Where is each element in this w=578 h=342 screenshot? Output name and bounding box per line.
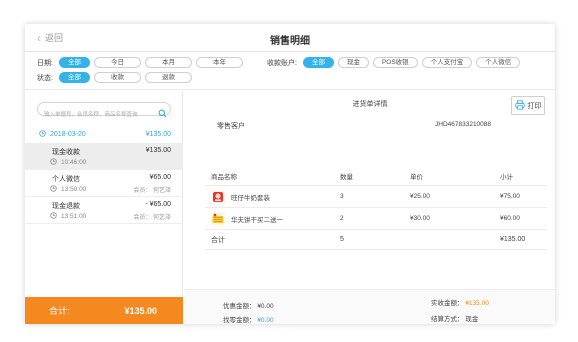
status-filter-row: 状态: 全部 收款 退款 <box>37 72 192 83</box>
order-name: 个人微信 <box>52 176 80 183</box>
sum-subtotal: ¥135.00 <box>500 236 526 243</box>
col-header-subtotal: 小计 <box>500 173 513 181</box>
col-header-price: 单价 <box>410 173 423 181</box>
payment-filter-wechat[interactable]: 个人微信 <box>476 57 521 68</box>
paid-label: 实收金额： <box>431 300 464 307</box>
customer-row: 零售客户 JHD467833210088 <box>205 121 545 133</box>
detail-title: 进货单详情 <box>352 101 388 108</box>
order-member: 会员： 何艺泽 <box>133 215 171 221</box>
day-group-header: 2018-03-20 ¥135.00 <box>25 128 183 141</box>
item-qty: 2 <box>340 215 344 222</box>
page-title: 销售明细 <box>270 36 310 47</box>
date-filter-month[interactable]: 本月 <box>144 57 192 68</box>
method-value: 现金 <box>465 316 479 323</box>
order-name: 现金退款 <box>52 203 80 210</box>
item-price: ¥25.00 <box>410 193 430 200</box>
item-name-cell: 华夫饼干买二送一 <box>205 211 340 226</box>
print-label: 打印 <box>527 102 542 110</box>
order-amount: ¥135.00 <box>145 147 171 154</box>
discount-row: 优惠金额： ¥0.00 <box>223 300 274 310</box>
table-row: 旺仔牛奶套装 3 ¥25.00 ¥75.00 <box>205 186 547 208</box>
change-value: ¥0.00 <box>257 317 274 324</box>
search-input[interactable] <box>38 109 148 121</box>
discount-label: 优惠金额： <box>223 303 256 310</box>
status-filter-all[interactable]: 全部 <box>58 72 90 83</box>
items-table: 商品名称 数量 单价 小计 旺仔牛奶套装 3 ¥25.00 ¥75.00 华夫饼… <box>205 166 547 250</box>
order-amount: ¥65.00 <box>149 174 171 181</box>
item-name: 华夫饼干买二送一 <box>231 216 283 224</box>
table-sum-row: 合计 5 ¥135.00 <box>205 230 547 250</box>
printer-icon <box>514 99 525 112</box>
clock-icon <box>50 212 57 221</box>
date-filter-label: 日期: <box>37 59 53 67</box>
waffle-biscuit-thumb <box>211 211 225 226</box>
change-row: 找零金额： ¥0.00 <box>223 314 274 324</box>
order-list: 现金收款 ¥135.00 10:46:00 个人微信 ¥65.00 13:50:… <box>25 143 183 224</box>
sum-label: 合计 <box>211 236 225 244</box>
order-member: 会员： 何艺泽 <box>133 188 171 194</box>
payment-filter-label: 收款账户: <box>267 59 297 67</box>
paid-row: 实收金额： ¥135.00 <box>431 297 489 307</box>
order-number: JHD467833210088 <box>435 121 492 128</box>
status-filter-label: 状态: <box>37 74 53 82</box>
search-icon[interactable] <box>158 105 167 123</box>
method-row: 结算方式： 现金 <box>431 313 478 323</box>
day-group-date: 2018-03-20 <box>50 131 86 138</box>
customer-name: 零售客户 <box>217 123 245 130</box>
order-detail-pane: 进货单详情 打印 零售客户 JHD467833210088 商品名称 数量 单价… <box>185 91 555 324</box>
item-qty: 3 <box>340 193 344 200</box>
item-name: 旺仔牛奶套装 <box>231 194 270 202</box>
order-time: 13:51:00 <box>50 212 87 221</box>
left-total-value: ¥135.00 <box>124 305 157 316</box>
payment-filter-pos[interactable]: POS收银 <box>372 57 418 68</box>
clock-icon <box>39 130 46 139</box>
order-time-text: 10:46:00 <box>61 159 87 166</box>
order-item[interactable]: 现金收款 ¥135.00 10:46:00 <box>25 143 183 170</box>
payment-filter-alipay[interactable]: 个人支付宝 <box>421 57 473 68</box>
order-amount: - ¥65.00 <box>145 201 171 208</box>
left-total-label: 合计: <box>49 306 70 316</box>
sum-qty: 5 <box>340 236 344 243</box>
item-price: ¥30.00 <box>410 215 430 222</box>
table-row: 华夫饼干买二送一 2 ¥30.00 ¥60.00 <box>205 208 547 230</box>
payment-filter-row: 收款账户: 全部 现金 POS收银 个人支付宝 个人微信 <box>267 57 521 68</box>
order-time-text: 13:51:00 <box>61 213 87 220</box>
payment-filter-all[interactable]: 全部 <box>302 57 334 68</box>
wangzai-milk-thumb <box>211 189 225 204</box>
order-item[interactable]: 现金退款 - ¥65.00 13:51:00 会员： 何艺泽 <box>25 197 183 224</box>
item-name-cell: 旺仔牛奶套装 <box>205 189 340 204</box>
item-subtotal: ¥60.00 <box>500 215 520 222</box>
order-time-text: 13:50:00 <box>61 186 87 193</box>
col-header-qty: 数量 <box>340 173 353 181</box>
order-time: 13:50:00 <box>50 185 87 194</box>
date-filter-row: 日期: 全部 今日 本月 本年 <box>37 57 243 68</box>
table-header: 商品名称 数量 单价 小计 <box>205 166 547 186</box>
status-filter-receipt[interactable]: 收款 <box>93 72 141 83</box>
filter-bar: 日期: 全部 今日 本月 本年 状态: 全部 收款 退款 收款账户: 全部 现金… <box>25 52 555 90</box>
left-total-bar: 合计: ¥135.00 <box>25 297 183 324</box>
paid-value: ¥135.00 <box>465 300 489 307</box>
day-group-total: ¥135.00 <box>145 131 171 138</box>
clock-icon <box>50 158 57 167</box>
status-filter-refund[interactable]: 退款 <box>144 72 192 83</box>
date-filter-all[interactable]: 全部 <box>58 57 90 68</box>
date-filter-today[interactable]: 今日 <box>93 57 141 68</box>
item-subtotal: ¥75.00 <box>500 193 520 200</box>
method-label: 结算方式： <box>431 316 464 323</box>
search-box <box>37 102 171 121</box>
settlement-footer: 优惠金额： ¥0.00 找零金额： ¥0.00 实收金额： ¥135.00 结算… <box>185 289 555 324</box>
order-time: 10:46:00 <box>50 158 87 167</box>
discount-value: ¥0.00 <box>257 303 274 310</box>
date-filter-year[interactable]: 本年 <box>195 57 243 68</box>
order-item[interactable]: 个人微信 ¥65.00 13:50:00 会员： 何艺泽 <box>25 170 183 197</box>
col-header-name: 商品名称 <box>211 173 237 181</box>
order-list-pane: 2018-03-20 ¥135.00 现金收款 ¥135.00 10:46:00… <box>25 91 183 324</box>
title-bar: ‹ 返回 销售明细 <box>25 24 555 52</box>
print-button[interactable]: 打印 <box>511 96 545 115</box>
order-name: 现金收款 <box>52 149 80 156</box>
sales-detail-window: ‹ 返回 销售明细 日期: 全部 今日 本月 本年 状态: 全部 收款 退款 收… <box>25 24 555 324</box>
change-label: 找零金额： <box>223 317 256 324</box>
clock-icon <box>50 185 57 194</box>
payment-filter-cash[interactable]: 现金 <box>337 57 369 68</box>
